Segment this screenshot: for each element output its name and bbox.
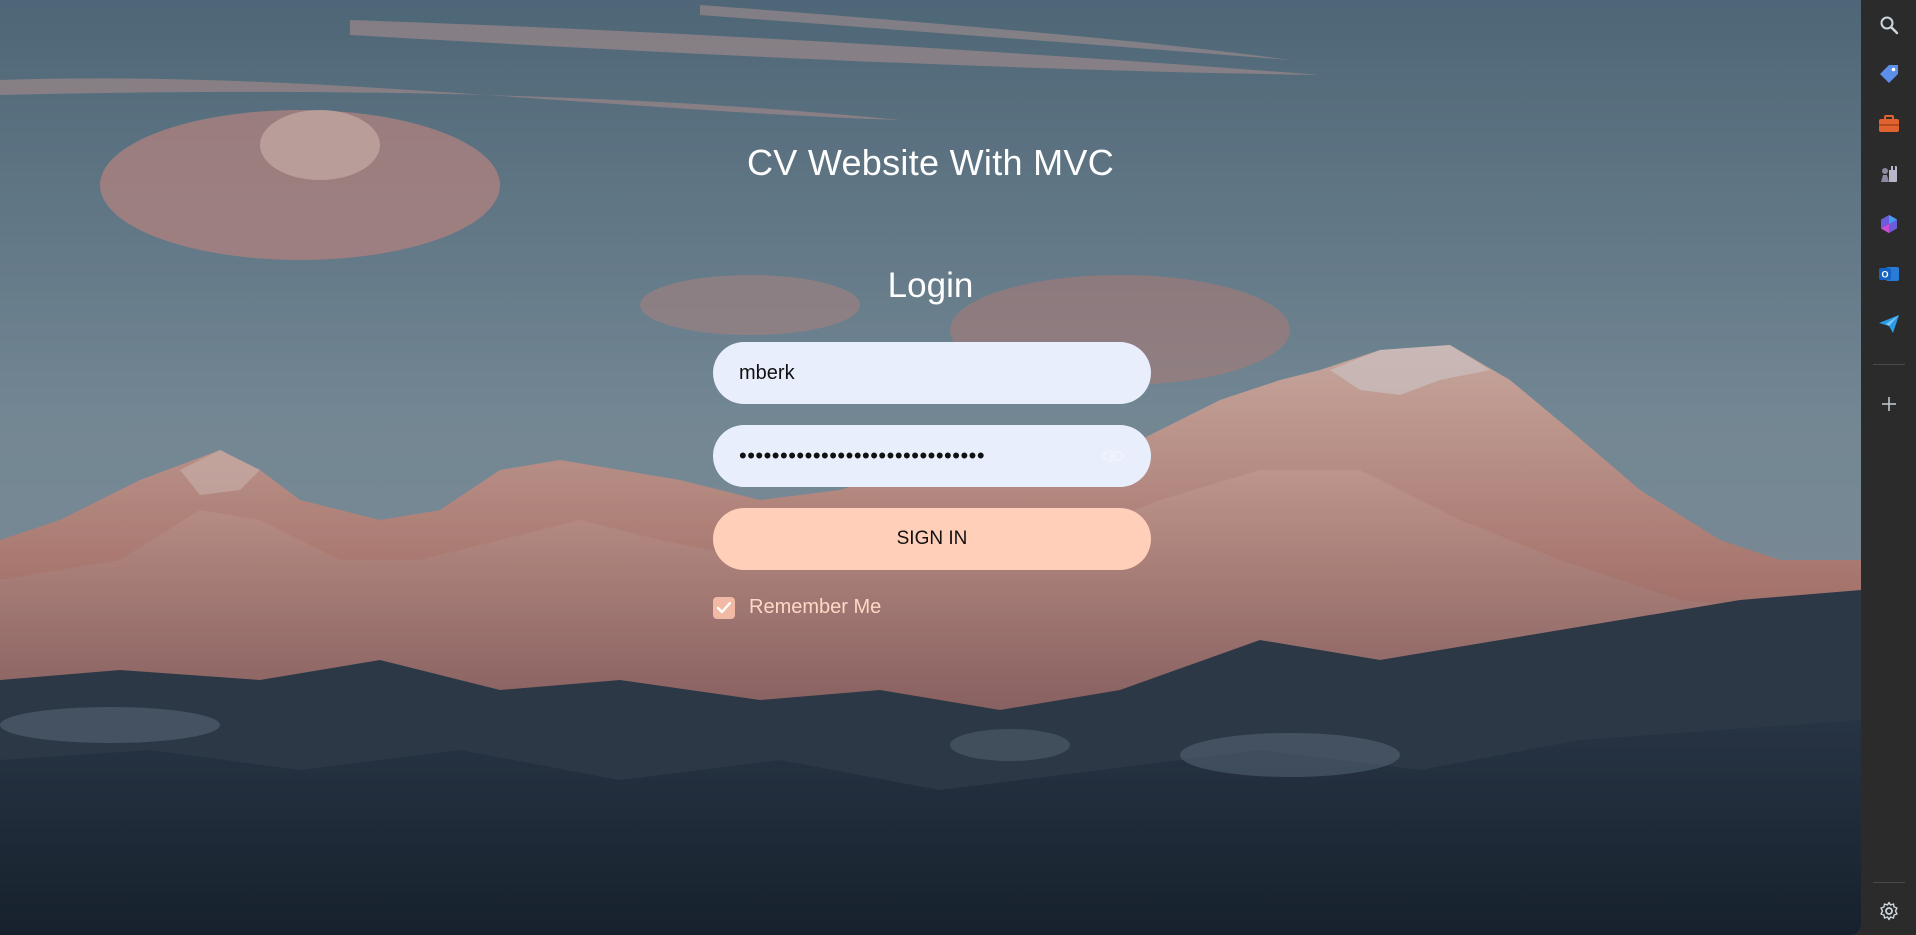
- browser-sidebar: O: [1861, 0, 1916, 935]
- page-title: CV Website With MVC: [746, 142, 1115, 183]
- sign-in-button[interactable]: SIGN IN: [713, 508, 1151, 570]
- remember-me-checkbox[interactable]: [713, 596, 735, 619]
- settings-icon[interactable]: [1876, 898, 1902, 924]
- sidebar-divider-bottom: [1873, 882, 1905, 883]
- outlook-icon[interactable]: O: [1876, 261, 1902, 287]
- copilot-icon[interactable]: [1876, 211, 1902, 237]
- remember-me-label: Remember Me: [749, 596, 882, 618]
- sidebar-divider: [1873, 364, 1905, 365]
- checkmark-icon: [717, 601, 731, 613]
- send-icon[interactable]: [1876, 311, 1902, 337]
- tag-icon[interactable]: [1876, 61, 1902, 87]
- password-value[interactable]: ••••••••••••••••••••••••••••••: [739, 443, 1091, 469]
- eye-icon[interactable]: [1101, 448, 1125, 464]
- page: CV Website With MVC Login mberk ••••••••…: [0, 0, 1916, 935]
- remember-me[interactable]: Remember Me: [713, 596, 881, 619]
- username-field[interactable]: mberk: [713, 342, 1151, 404]
- username-value[interactable]: mberk: [739, 362, 1125, 385]
- login-viewport: CV Website With MVC Login mberk ••••••••…: [0, 0, 1861, 935]
- briefcase-icon[interactable]: [1876, 111, 1902, 137]
- svg-text:O: O: [1881, 270, 1888, 280]
- login-heading: Login: [887, 266, 974, 305]
- add-icon[interactable]: [1876, 391, 1902, 417]
- search-icon[interactable]: [1876, 12, 1902, 38]
- password-field[interactable]: ••••••••••••••••••••••••••••••: [713, 425, 1151, 487]
- chess-icon[interactable]: [1876, 161, 1902, 187]
